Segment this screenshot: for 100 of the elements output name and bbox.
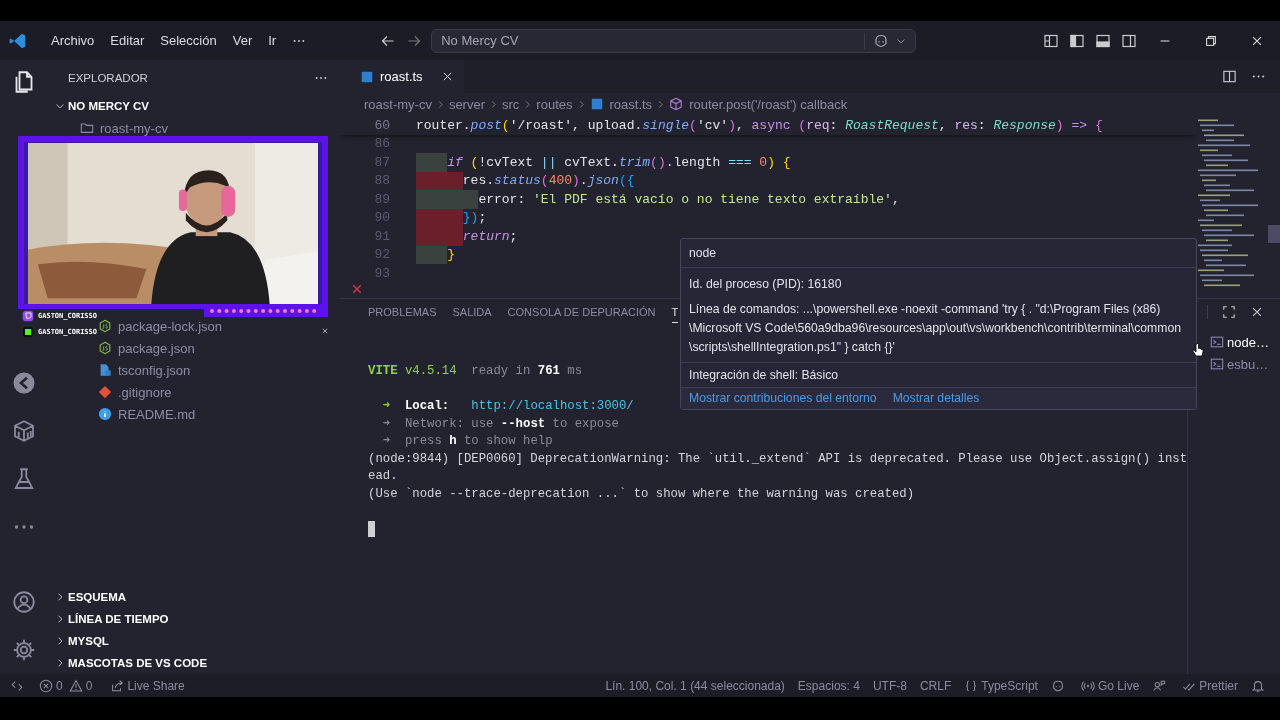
breadcrumb-item[interactable]: server xyxy=(448,96,485,112)
layout-icon[interactable] xyxy=(1121,32,1137,49)
remote-icon[interactable] xyxy=(10,678,24,693)
section-header[interactable]: MASCOTAS DE VS CODE xyxy=(48,652,340,674)
square-logo-icon xyxy=(22,326,34,338)
line-number: 91 xyxy=(373,228,390,244)
terminal-item[interactable]: node… xyxy=(1210,331,1270,353)
code-line: return; xyxy=(416,227,518,246)
line-number: 90 xyxy=(373,210,390,226)
problems-status[interactable]: 0 0 xyxy=(39,678,99,693)
menu-item[interactable]: Ir xyxy=(260,30,285,51)
menu-item[interactable]: Ver xyxy=(224,30,261,51)
file-item[interactable]: roast-my-cv xyxy=(80,119,172,137)
status-item[interactable]: UTF-8 xyxy=(872,678,907,693)
maximize-icon[interactable] xyxy=(1222,305,1236,319)
split-editor-icon[interactable] xyxy=(1222,69,1237,84)
file-icon xyxy=(98,319,112,333)
broadcast-icon xyxy=(1080,678,1095,693)
terminal-line: ead. xyxy=(368,468,398,485)
workspace-header[interactable]: NO MERCY CV xyxy=(48,95,340,117)
status-item[interactable]: Live Share xyxy=(110,678,185,693)
hover-link[interactable]: Mostrar detalles xyxy=(892,391,980,405)
status-item[interactable]: Espacios: 4 xyxy=(797,678,860,693)
error-icon xyxy=(351,283,363,295)
breadcrumb-item[interactable]: router.post('/roast') callback xyxy=(669,96,848,112)
file-item[interactable]: package-lock.json xyxy=(98,315,227,337)
chat-bubble-icon xyxy=(22,310,34,322)
container-icon[interactable] xyxy=(12,419,36,443)
section-header[interactable]: MYSQL xyxy=(48,630,340,652)
code-line: if (!cvText || cvText.trim().length === 0) { xyxy=(416,153,791,172)
terminal-line: ➜ Local: http://localhost:3000/ xyxy=(381,398,634,415)
menu-item[interactable]: Archivo xyxy=(43,30,103,51)
hover-link[interactable]: Mostrar contribuciones del entorno xyxy=(689,391,877,405)
editor-tab[interactable]: roast.ts xyxy=(340,60,464,93)
terminal-line: (Use `node --trace-deprecation ...` to show where the warning was created) xyxy=(368,485,915,503)
terminal-line: ➜ press h to show help xyxy=(381,433,553,450)
panel-tab[interactable]: T xyxy=(671,301,679,323)
typescript-file-icon xyxy=(589,97,604,111)
status-item[interactable]: CRLF xyxy=(919,678,952,693)
scrollbar-thumb[interactable] xyxy=(1268,225,1280,243)
panel-tab[interactable]: SALIDA xyxy=(452,301,492,323)
layout-icon[interactable] xyxy=(1095,32,1111,49)
line-number: 89 xyxy=(373,191,390,207)
layout-icon[interactable] xyxy=(1069,32,1085,49)
code-line: res.status(400).json({ xyxy=(416,171,635,190)
layout-icon[interactable] xyxy=(1043,32,1059,49)
close-icon[interactable] xyxy=(321,327,329,335)
copilot-icon[interactable] xyxy=(873,32,890,49)
terminal-item[interactable]: esbu… xyxy=(1210,353,1269,375)
bell-icon[interactable] xyxy=(1251,678,1265,693)
hover-title: node xyxy=(681,239,1196,268)
terminal-line: (node:9844) [DEP0060] DeprecationWarning: The `util._extend` API is deprecated. Please use Object.assign() inst xyxy=(368,450,1188,468)
status-item[interactable]: TypeScript xyxy=(964,678,1038,693)
breadcrumb-item[interactable]: routes xyxy=(536,96,573,112)
breadcrumb-item[interactable]: roast.ts xyxy=(589,96,653,112)
line-number: 88 xyxy=(373,173,390,189)
warning-icon xyxy=(68,678,83,693)
feedback-icon[interactable] xyxy=(1152,678,1167,693)
menu-item[interactable]: Selección xyxy=(152,30,225,51)
panel-tab[interactable]: CONSOLA DE DEPURACIÓN xyxy=(507,301,656,323)
settings-icon[interactable] xyxy=(12,638,36,662)
status-item[interactable]: Go Live xyxy=(1080,678,1140,693)
line-number: 87 xyxy=(373,154,390,170)
terminal-line: ➜ Network: use --host to expose xyxy=(381,415,619,433)
status-item[interactable]: Lín. 100, Col. 1 (44 seleccionada) xyxy=(605,678,785,693)
file-item[interactable]: tsconfig.json xyxy=(98,359,195,381)
code-line: router.post('/roast', upload.single('cv'), async (req: RoastRequest, res: Response) => { xyxy=(416,116,1103,135)
file-item[interactable]: package.json xyxy=(98,337,199,359)
terminal-line: VITE v4.5.14 ready in 761 ms xyxy=(368,363,583,380)
code-line: }); xyxy=(416,208,487,227)
share-icon xyxy=(110,678,125,693)
close-icon[interactable] xyxy=(1250,305,1264,319)
account-icon[interactable] xyxy=(12,590,36,614)
restore-icon[interactable] xyxy=(1204,33,1218,48)
typescript-file-icon xyxy=(360,69,374,84)
terminal-icon xyxy=(1210,335,1225,349)
section-header[interactable]: ESQUEMA xyxy=(48,586,340,608)
command-center[interactable]: No Mercy CV xyxy=(431,28,917,53)
folder-icon xyxy=(80,121,94,135)
file-item[interactable]: .gitignore xyxy=(98,381,176,403)
breadcrumb-item[interactable]: roast-my-cv xyxy=(364,96,432,112)
status-item[interactable]: Prettier xyxy=(1182,678,1238,693)
circle-tool-icon[interactable] xyxy=(12,371,36,395)
breadcrumb-item[interactable]: src xyxy=(502,96,520,112)
cube-icon xyxy=(669,97,684,111)
section-header[interactable]: LÍNEA DE TIEMPO xyxy=(48,608,340,630)
sidebar-title: EXPLORADOR xyxy=(68,71,148,84)
code-line: error: 'El PDF está vacío o no tiene texto extraíble', xyxy=(416,190,900,209)
panel-tab[interactable]: PROBLEMAS xyxy=(368,301,437,323)
line-number: 93 xyxy=(373,265,390,281)
error-icon xyxy=(39,678,53,693)
hover-text: Id. del proceso (PID): 16180 xyxy=(689,276,843,293)
copilot-icon[interactable] xyxy=(1050,678,1065,693)
terminal-icon xyxy=(1210,357,1225,371)
menu-item[interactable]: Editar xyxy=(102,30,153,51)
app-logo-icon xyxy=(9,31,27,50)
line-number: 92 xyxy=(373,247,390,263)
hover-text: Línea de comandos: ...\powershell.exe -noexit -command 'try { . "d:\Program Files (x86)\Microsoft VS Code\560a9dba96\resources\app\out\vs\workbench\contrib\terminal\common\scripts\shellIntegration.ps1" } catch {}' xyxy=(689,301,1182,356)
file-item[interactable]: README.md xyxy=(98,403,200,425)
flask-icon[interactable] xyxy=(12,467,36,491)
